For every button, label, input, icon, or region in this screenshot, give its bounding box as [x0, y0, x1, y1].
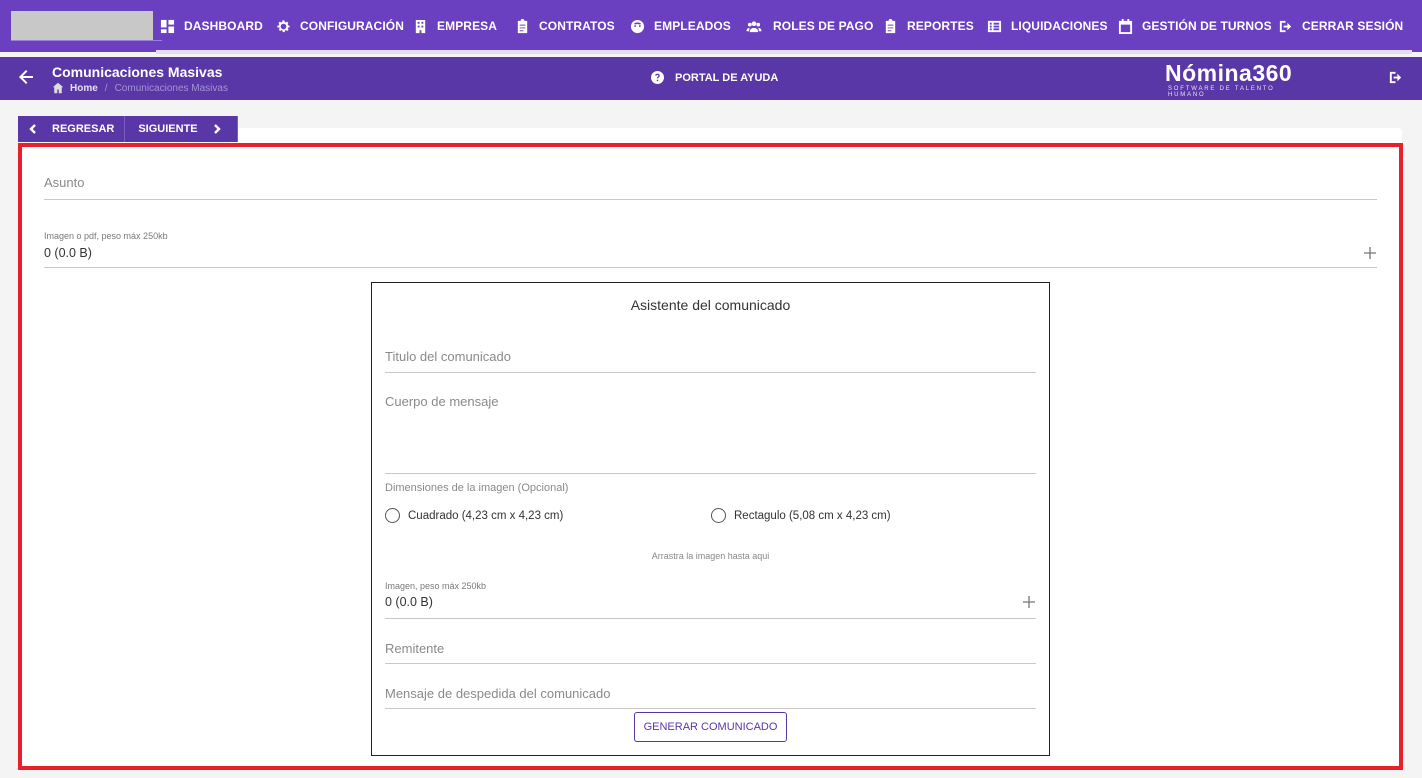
back-step-button[interactable]: REGRESAR — [18, 116, 126, 142]
input-underline — [385, 473, 1036, 474]
help-portal-label: PORTAL DE AYUDA — [675, 71, 779, 84]
radio-circle[interactable] — [385, 508, 400, 523]
attachment-value: 0 (0.0 B) — [44, 246, 92, 260]
breadcrumb-separator: / — [104, 82, 108, 94]
title-input[interactable]: Titulo del comunicado — [385, 349, 1036, 373]
page-title: Comunicaciones Masivas — [52, 64, 223, 80]
card-top-edge — [230, 128, 1402, 144]
calendar-icon — [1118, 18, 1133, 34]
back-step-label: REGRESAR — [52, 123, 115, 135]
image-label: Imagen, peso máx 250kb — [385, 581, 487, 591]
dashboard-icon — [160, 19, 175, 33]
nav-divider — [156, 50, 1412, 54]
users-icon — [746, 20, 762, 32]
image-value: 0 (0.0 B) — [385, 595, 433, 609]
breadcrumb-current: Comunicaciones Masivas — [114, 82, 228, 94]
input-underline — [44, 199, 1377, 200]
back-button[interactable] — [18, 69, 36, 87]
chevron-left-icon — [29, 124, 36, 134]
home-icon — [52, 82, 64, 94]
dimensions-label: Dimensiones de la imagen (Opcional) — [385, 482, 569, 494]
sender-input[interactable]: Remitente — [385, 641, 1036, 664]
nav-item-label: GESTIÓN DE TURNOS — [1142, 19, 1272, 33]
nav-item-reportes[interactable]: REPORTES — [883, 0, 974, 52]
title-placeholder: Titulo del comunicado — [385, 349, 511, 364]
logout-button[interactable] — [1388, 70, 1403, 90]
company-logo[interactable] — [11, 11, 153, 40]
logout-icon — [1279, 20, 1292, 32]
farewell-placeholder: Mensaje de despedida del comunicado — [385, 686, 611, 701]
arrow-left-icon — [19, 70, 33, 84]
chevron-right-icon — [213, 124, 221, 134]
nav-item-label: ROLES DE PAGO — [773, 19, 874, 33]
clipboard-icon — [885, 18, 896, 33]
help-circle-icon — [651, 71, 664, 84]
radio-circle[interactable] — [711, 508, 726, 523]
nav-item-label: LIQUIDACIONES — [1011, 19, 1108, 33]
nav-item-label: REPORTES — [907, 19, 974, 33]
breadcrumb: Home / Comunicaciones Masivas — [52, 82, 228, 94]
radio-square[interactable]: Cuadrado (4,23 cm x 4,23 cm) — [385, 508, 563, 523]
nav-item-empleados[interactable]: EMPLEADOS — [630, 0, 731, 52]
brand-tagline: SOFTWARE DE TALENTO HUMANO — [1168, 86, 1275, 98]
subject-input[interactable]: Asunto — [44, 173, 1377, 200]
nav-item-label: CONFIGURACIÓN — [300, 19, 404, 33]
radio-rectangle-label: Rectagulo (5,08 cm x 4,23 cm) — [734, 509, 891, 522]
generate-communication-button[interactable]: GENERAR COMUNICADO — [634, 712, 787, 742]
page-header: Comunicaciones Masivas Home / Comunicaci… — [0, 57, 1422, 100]
farewell-input[interactable]: Mensaje de despedida del comunicado — [385, 686, 1036, 709]
image-file-input[interactable]: Imagen, peso máx 250kb 0 (0.0 B) — [385, 581, 1036, 619]
input-underline — [385, 372, 1036, 373]
nav-item-label: EMPLEADOS — [654, 19, 731, 33]
nav-item-configuracion[interactable]: CONFIGURACIÓN — [276, 0, 404, 52]
input-underline — [44, 267, 1377, 268]
subject-placeholder: Asunto — [44, 175, 85, 190]
main-form-panel: Asunto Imagen o pdf, peso máx 250kb 0 (0… — [18, 143, 1403, 770]
nav-item-label: EMPRESA — [437, 19, 498, 33]
building-icon — [415, 19, 426, 33]
radio-rectangle[interactable]: Rectagulo (5,08 cm x 4,23 cm) — [711, 508, 891, 523]
next-step-label: SIGUIENTE — [138, 123, 198, 135]
radio-square-label: Cuadrado (4,23 cm x 4,23 cm) — [408, 509, 564, 522]
top-navbar: DASHBOARD CONFIGURACIÓN EMPRESA CONTRATO… — [0, 0, 1422, 52]
add-image-icon[interactable] — [1022, 595, 1036, 609]
nav-item-gestion-de-turnos[interactable]: GESTIÓN DE TURNOS — [1118, 0, 1272, 52]
nav-item-dashboard[interactable]: DASHBOARD — [160, 0, 263, 52]
input-underline — [385, 708, 1036, 709]
nav-item-label: DASHBOARD — [184, 19, 263, 33]
nav-item-contratos[interactable]: CONTRATOS — [515, 0, 615, 52]
add-file-icon[interactable] — [1363, 246, 1377, 260]
nav-item-liquidaciones[interactable]: LIQUIDACIONES — [987, 0, 1108, 52]
communication-wizard: Asistente del comunicado Titulo del comu… — [371, 282, 1050, 756]
body-placeholder: Cuerpo de mensaje — [385, 394, 499, 409]
attachment-label: Imagen o pdf, peso máx 250kb — [44, 231, 168, 241]
nav-item-label: CONTRATOS — [539, 19, 615, 33]
list-icon — [987, 20, 1002, 32]
face-icon — [630, 19, 645, 33]
wizard-title: Asistente del comunicado — [630, 297, 791, 313]
logout-icon — [1389, 71, 1402, 84]
next-step-button[interactable]: SIGUIENTE — [125, 116, 238, 142]
breadcrumb-home-link[interactable]: Home — [70, 83, 98, 94]
attachment-file-input[interactable]: Imagen o pdf, peso máx 250kb 0 (0.0 B) — [44, 231, 1377, 268]
clipboard-icon — [517, 18, 528, 33]
input-underline — [385, 663, 1036, 664]
stepper-bar: REGRESAR SIGUIENTE — [18, 116, 238, 142]
sender-placeholder: Remitente — [385, 641, 445, 656]
help-portal-link[interactable]: PORTAL DE AYUDA — [651, 71, 778, 84]
body-textarea[interactable]: Cuerpo de mensaje — [385, 394, 1036, 474]
logo-underline — [11, 40, 162, 41]
gear-icon — [277, 19, 290, 32]
brand-logo: Nómina360 SOFTWARE DE TALENTO HUMANO — [1165, 60, 1315, 98]
brand-name: Nómina360 — [1165, 60, 1293, 86]
nav-item-empresa[interactable]: EMPRESA — [413, 0, 497, 52]
input-underline — [385, 618, 1036, 619]
nav-item-roles-de-pago[interactable]: ROLES DE PAGO — [744, 0, 873, 52]
drop-zone-hint[interactable]: Arrastra la imagen hasta aqui — [372, 551, 1049, 561]
nav-item-label: CERRAR SESIÓN — [1302, 19, 1404, 33]
nav-item-cerrar-sesion[interactable]: CERRAR SESIÓN — [1278, 0, 1403, 52]
